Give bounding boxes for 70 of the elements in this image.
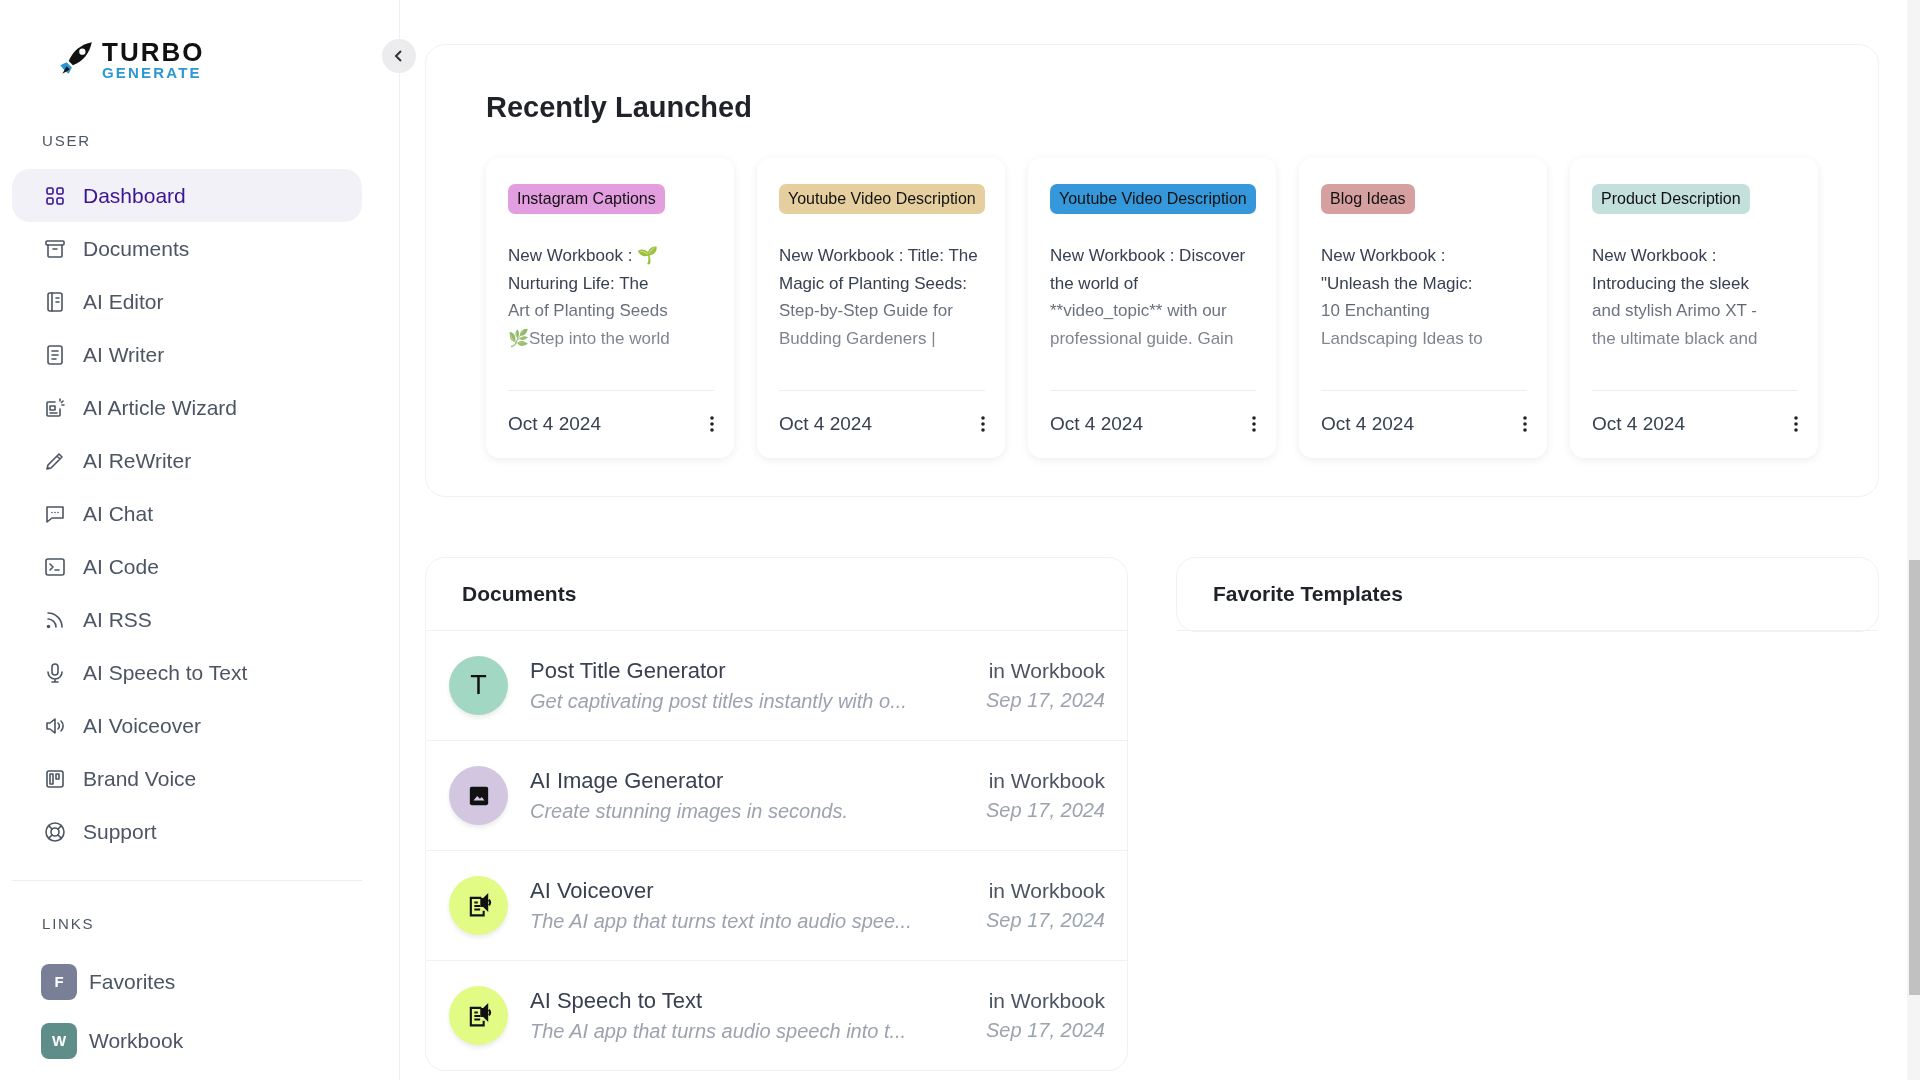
- card-date: Oct 4 2024: [1050, 413, 1143, 435]
- category-tag: Instagram Captions: [508, 184, 665, 214]
- lifebuoy-icon: [43, 819, 67, 844]
- workbook-card[interactable]: Instagram Captions New Workbook : 🌱 Nurturing Life: The Art of Planting Seeds 🌿Step into the world Oct 4 2024: [486, 158, 734, 458]
- document-name: AI Voiceover: [530, 878, 655, 904]
- card-date: Oct 4 2024: [1321, 413, 1414, 435]
- category-tag: Youtube Video Description: [779, 184, 985, 214]
- category-tag: Product Description: [1592, 184, 1750, 214]
- section-label: USER: [42, 132, 92, 149]
- card-date: Oct 4 2024: [779, 413, 872, 435]
- document-date: Sep 17, 2024: [986, 799, 1105, 822]
- nav-item[interactable]: AI Voiceover: [12, 699, 362, 752]
- nav-item[interactable]: AI RSS: [12, 593, 362, 646]
- workbook-card[interactable]: Blog Ideas New Workbook : "Unleash the Magic: 10 Enchanting Landscaping Ideas to Oct 4 2024: [1299, 158, 1547, 458]
- document-name: Post Title Generator: [530, 658, 727, 684]
- collapse-button[interactable]: [382, 39, 416, 73]
- section-label: LINKS: [42, 915, 96, 932]
- document-name: AI Speech to Text: [530, 988, 704, 1014]
- nav-item[interactable]: Documents: [12, 222, 362, 275]
- logo-wordmark: TURBO: [102, 38, 205, 65]
- nav-item[interactable]: Support: [12, 805, 362, 858]
- nav-item[interactable]: AI Code: [12, 540, 362, 593]
- workbook-card[interactable]: Youtube Video Description New Workbook : Title: The Magic of Planting Seeds: Step-by-Step Guide for Budding Gardeners | Oct 4 2024: [757, 158, 1005, 458]
- link-item[interactable]: Favorites: [89, 969, 176, 994]
- panel-title: Documents: [426, 558, 1127, 631]
- card-text: New Workbook : 🌱 Nurturing Life: The Art of Planting Seeds 🌿Step into the world: [508, 245, 671, 350]
- link-item[interactable]: Workbook: [89, 1028, 184, 1053]
- document-name: AI Image Generator: [530, 768, 725, 794]
- document-location: in Workbook: [988, 769, 1105, 793]
- logo-subtitle: GENERATE: [102, 64, 203, 80]
- document-row[interactable]: AI Image Generator Create stunning images in seconds. in Workbook Sep 17, 2024: [426, 741, 1127, 851]
- nav-item[interactable]: AI Chat: [12, 487, 362, 540]
- avatar-letter: T: [470, 670, 487, 701]
- document-date: Sep 17, 2024: [986, 1019, 1105, 1042]
- document-description: The AI app that turns text into audio spee...: [530, 910, 913, 933]
- workbook-card[interactable]: Youtube Video Description New Workbook : Discover the world of **video_topic** with our professional guide. Gain Oct 4 2024: [1028, 158, 1276, 458]
- nav-item[interactable]: AI Writer: [12, 328, 362, 381]
- document-location: in Workbook: [988, 659, 1105, 683]
- workbook-card[interactable]: Product Description New Workbook : Introducing the sleek and stylish Arimo XT - the ultimate black and Oct 4 2024: [1570, 158, 1818, 458]
- document-row[interactable]: AI Speech to Text The AI app that turns audio speech into t... in Workbook Sep 17, 2024: [426, 961, 1127, 1070]
- document-description: Get captivating post titles instantly with o...: [530, 690, 908, 713]
- document-row[interactable]: AI Voiceover The AI app that turns text into audio spee... in Workbook Sep 17, 2024: [426, 851, 1127, 961]
- card-text: New Workbook : Introducing the sleek and stylish Arimo XT - the ultimate black and: [1592, 245, 1759, 350]
- document-date: Sep 17, 2024: [986, 909, 1105, 932]
- document-location: in Workbook: [988, 989, 1105, 1013]
- document-date: Sep 17, 2024: [986, 689, 1105, 712]
- card-date: Oct 4 2024: [508, 413, 601, 435]
- nav-item[interactable]: AI Editor: [12, 275, 362, 328]
- document-row[interactable]: T Post Title Generator Get captivating post titles instantly with o... in Workbook Sep 17, 2024: [426, 631, 1127, 741]
- section-title: Recently Launched: [486, 91, 753, 124]
- panel-title: Favorite Templates: [1177, 558, 1878, 631]
- image-icon: [467, 784, 490, 807]
- card-date: Oct 4 2024: [1592, 413, 1685, 435]
- link-badge: F: [41, 963, 77, 1000]
- nav-item[interactable]: AI Article Wizard: [12, 381, 362, 434]
- nav-item[interactable]: AI Speech to Text: [12, 646, 362, 699]
- scrollbar[interactable]: [1907, 0, 1920, 1080]
- category-tag: Blog Ideas: [1321, 184, 1415, 214]
- card-text: New Workbook : "Unleash the Magic: 10 Enchanting Landscaping Ideas to: [1321, 245, 1484, 350]
- document-description: Create stunning images in seconds.: [530, 800, 849, 823]
- card-text: New Workbook : Title: The Magic of Planting Seeds: Step-by-Step Guide for Budding Gardeners |: [779, 245, 979, 350]
- card-text: New Workbook : Discover the world of **video_topic** with our professional guide. Gain: [1050, 245, 1247, 350]
- link-badge: W: [41, 1022, 77, 1059]
- category-tag: Youtube Video Description: [1050, 184, 1256, 214]
- document-description: The AI app that turns audio speech into t...: [530, 1020, 908, 1043]
- nav-item[interactable]: Brand Voice: [12, 752, 362, 805]
- article-icon: [43, 395, 67, 420]
- document-location: in Workbook: [988, 879, 1105, 903]
- nav-item[interactable]: AI ReWriter: [12, 434, 362, 487]
- nav-item[interactable]: Dashboard: [12, 169, 362, 222]
